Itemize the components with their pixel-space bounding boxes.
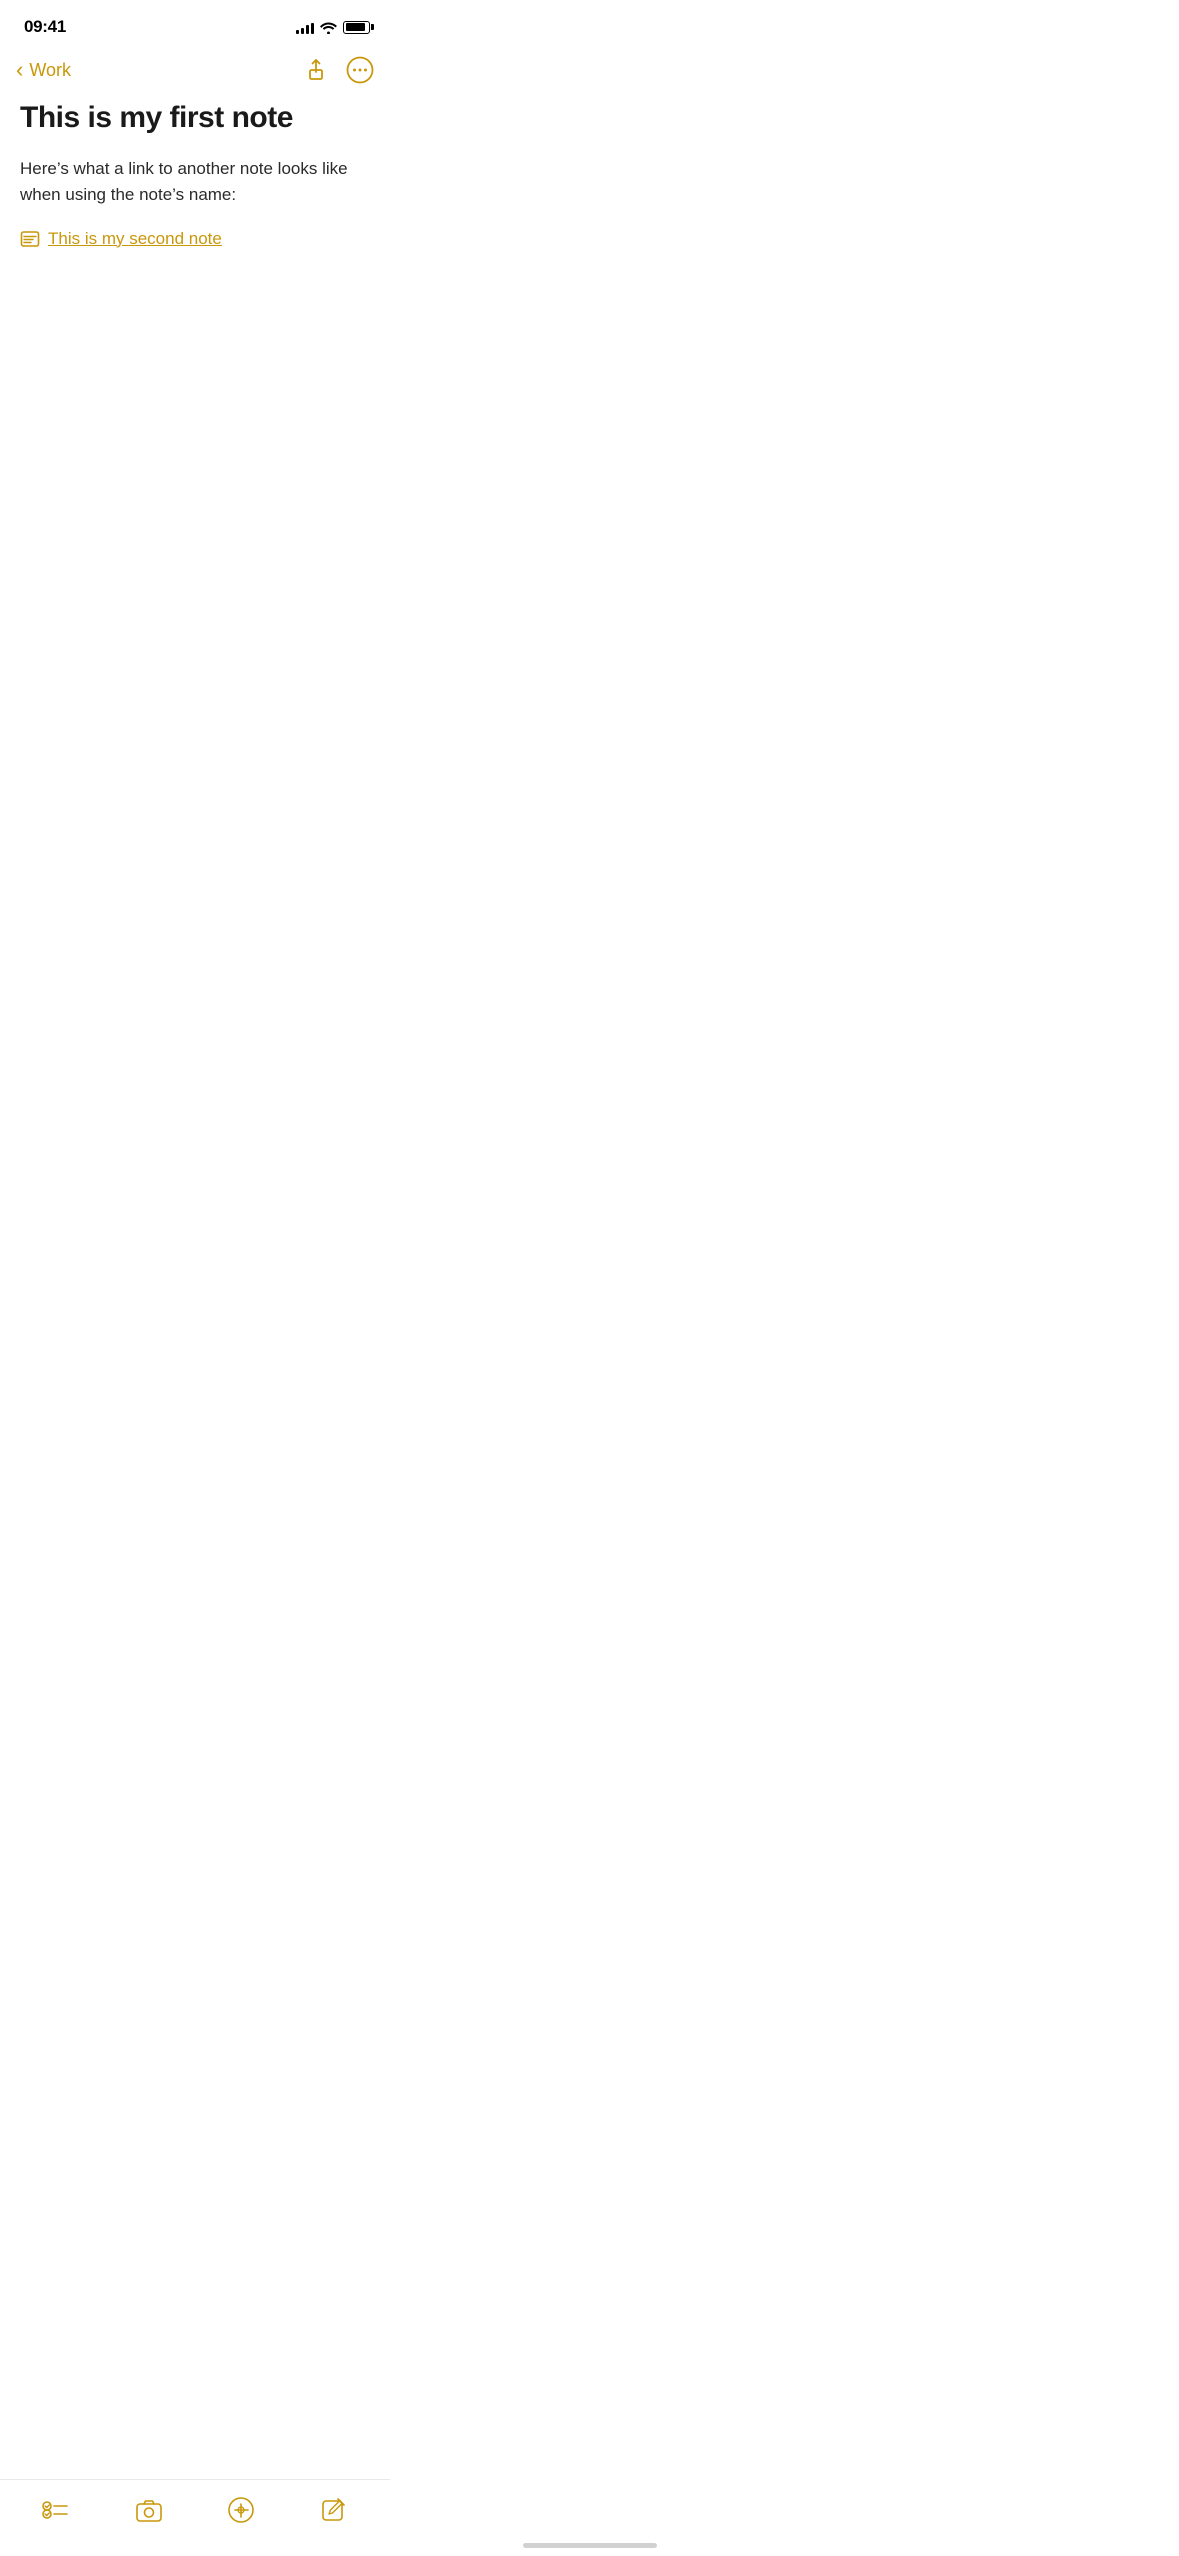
chevron-left-icon: ‹ [16, 59, 23, 81]
back-button[interactable]: ‹ Work [16, 59, 71, 81]
status-time: 09:41 [24, 17, 66, 37]
back-label: Work [29, 60, 71, 81]
nav-bar: ‹ Work [0, 48, 390, 96]
signal-bars-icon [296, 21, 314, 34]
share-icon [302, 56, 330, 84]
note-link[interactable]: This is my second note [20, 229, 370, 249]
note-link-text: This is my second note [48, 229, 222, 249]
share-button[interactable] [302, 56, 330, 84]
battery-icon [343, 21, 370, 34]
home-indicator [523, 2543, 657, 2548]
camera-button[interactable] [131, 2492, 167, 2528]
more-options-button[interactable] [346, 56, 374, 84]
note-title: This is my first note [20, 100, 370, 136]
status-icons [296, 21, 370, 34]
markup-icon [227, 2496, 255, 2524]
nav-right-icons [302, 56, 374, 84]
note-body: Here’s what a link to another note looks… [20, 156, 370, 209]
compose-icon [320, 2496, 348, 2524]
checklist-icon [42, 2496, 70, 2524]
camera-icon [135, 2496, 163, 2524]
note-link-icon [20, 229, 40, 249]
checklist-button[interactable] [38, 2492, 74, 2528]
more-icon [346, 56, 374, 84]
wifi-icon [320, 21, 337, 34]
bottom-toolbar [0, 2479, 390, 2556]
compose-button[interactable] [316, 2492, 352, 2528]
status-bar: 09:41 [0, 0, 390, 48]
note-content: This is my first note Here’s what a link… [0, 96, 390, 269]
toolbar-items [0, 2492, 390, 2528]
markup-button[interactable] [223, 2492, 259, 2528]
